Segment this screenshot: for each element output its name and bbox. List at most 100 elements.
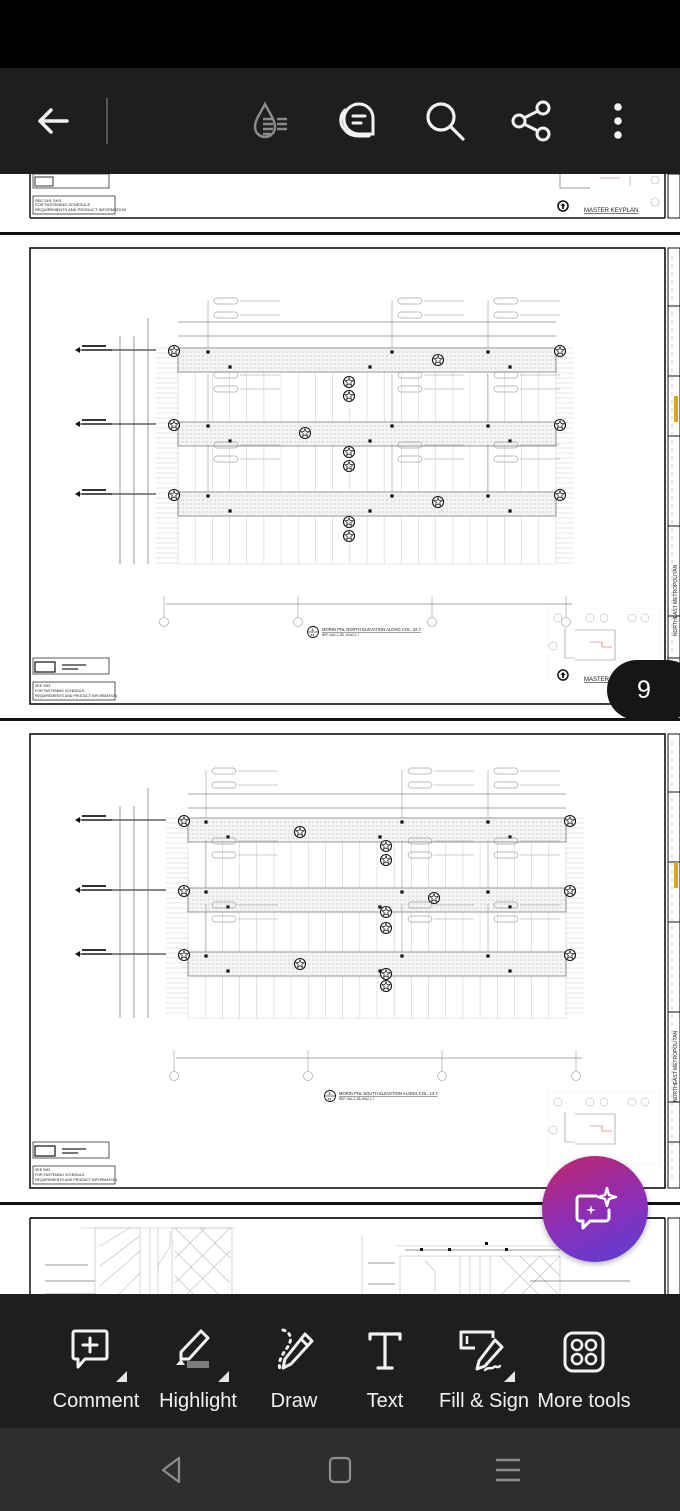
connection-point: [486, 494, 490, 498]
floor-level-marker: [75, 951, 80, 957]
connection-point: [368, 439, 372, 443]
comment-add-icon: [69, 1322, 127, 1382]
callout-tag: [493, 371, 519, 379]
callout-tag: [213, 455, 239, 463]
comments-button[interactable]: [328, 68, 384, 174]
legend-swatch: [34, 1145, 56, 1157]
logo-mark: [674, 862, 678, 888]
drawing-sheet-south: 5T4 MORIN PNL SOUTH ELEVATION ALONG COL. …: [29, 733, 680, 1189]
tool-comment[interactable]: Comment: [44, 1294, 148, 1428]
more-options-button[interactable]: [598, 68, 638, 174]
arrow-left-icon: [38, 108, 69, 134]
keyplan-highlight: [590, 1125, 612, 1132]
callout-tag: [407, 767, 433, 775]
keyplan-bubble: [640, 613, 650, 623]
keyplan-bubble: [627, 613, 637, 623]
drawing-text: REQUIREMENTS AND PRODUCT INFORMATION: [35, 1178, 117, 1182]
droplet-lines-icon: [253, 101, 287, 139]
drawing-text: REQUIREMENTS AND PRODUCT INFORMATION: [35, 694, 117, 698]
keyplan-label: MASTER KEYPLAN: [584, 208, 638, 214]
keyplan-bubble: [599, 613, 609, 623]
keyplan-bubble: [585, 1097, 595, 1107]
floor-level-marker: [75, 817, 80, 823]
pdf-page-south-elevation: 5 T4 MORIN PNL SOUTH ELEVATION ALONG COL. …: [0, 722, 680, 1202]
grid-apps-icon: [562, 1322, 606, 1382]
connection-point: [228, 509, 232, 513]
submenu-indicator: [218, 1371, 229, 1382]
connection-point: [378, 905, 382, 909]
connection-point: [486, 954, 490, 958]
keyplan-bubble: [548, 641, 558, 651]
tool-highlight[interactable]: Highlight: [152, 1294, 244, 1428]
share-button[interactable]: [504, 68, 558, 174]
floor-level-label: [82, 953, 112, 955]
nav-recents-button[interactable]: [486, 1428, 530, 1511]
nav-back-triangle-icon: [161, 1456, 181, 1483]
submenu-indicator: [116, 1371, 127, 1382]
gridline-bubble: [561, 617, 571, 627]
title-block-strip: [667, 733, 680, 1189]
drawing-sheet-previous: SEE SH1 SH3 FOR FASTENING SCHEDULE REQUI…: [29, 174, 680, 219]
submenu-indicator: [504, 1371, 515, 1382]
nav-back-button[interactable]: [150, 1428, 194, 1511]
keyplan-bubble: [627, 1097, 637, 1107]
connection-point: [204, 820, 208, 824]
tool-label: Comment: [52, 1390, 140, 1412]
callout-tag: [211, 767, 237, 775]
nav-home-button[interactable]: [318, 1428, 362, 1511]
ai-assistant-button[interactable]: [542, 1156, 648, 1262]
keyplan-bubble: [585, 613, 595, 623]
floor-level-marker: [75, 347, 80, 353]
gridline-bubble: [159, 617, 169, 627]
kebab-menu-icon: [614, 103, 622, 139]
page-number: 9: [637, 675, 651, 704]
panel-grid: [187, 818, 567, 1019]
connection-point: [206, 350, 210, 354]
connection-point: [204, 954, 208, 958]
connection-point: [400, 954, 404, 958]
document-viewer[interactable]: SEE SH1 SH3 FOR FASTENING SCHEDULE REQUI…: [0, 174, 680, 1294]
tool-draw[interactable]: Draw: [254, 1294, 334, 1428]
floor-level-label: [82, 885, 106, 887]
back-button[interactable]: [26, 68, 80, 174]
tool-label: Draw: [270, 1390, 318, 1412]
floor-level-label: [82, 493, 112, 495]
liquid-mode-button[interactable]: [244, 68, 298, 174]
callout-tag: [493, 455, 519, 463]
drawing-text: REF:1/A1-1-2B, 8/A2-1-7: [339, 1097, 375, 1101]
north-arrow-glyph: [560, 672, 566, 678]
tool-fill-and-sign[interactable]: Fill & Sign: [436, 1294, 532, 1428]
page-separator: [0, 232, 680, 235]
fill-sign-icon: [455, 1322, 515, 1382]
drawing-text: T4: [328, 1097, 332, 1101]
system-navigation-bar: [0, 1428, 680, 1511]
drawing-text: FOR FASTENING SCHEDULE: [35, 689, 85, 693]
drawing-text: SEE SH3: [35, 684, 50, 688]
drawing-text: FOR FASTENING SCHEDULE: [35, 1173, 85, 1177]
tool-more-tools[interactable]: More tools: [535, 1294, 633, 1428]
page-number-badge[interactable]: 9: [607, 660, 680, 720]
comment-bubbles-icon: [339, 102, 375, 138]
tool-label: Highlight: [159, 1390, 237, 1412]
connection-point: [486, 350, 490, 354]
tool-label: Text: [366, 1390, 404, 1412]
keyplan-bubble: [553, 1097, 563, 1107]
search-button[interactable]: [418, 68, 472, 174]
connection-point: [390, 350, 394, 354]
gridline-bubble: [437, 1071, 447, 1081]
note-line: REQUIREMENTS AND PRODUCT INFORMATION: [35, 207, 126, 212]
floor-level-label: [82, 889, 112, 891]
legend-text: [62, 1152, 78, 1154]
callout-tag: [213, 385, 239, 393]
connection-point: [400, 820, 404, 824]
connection-point: [486, 820, 490, 824]
tool-text[interactable]: Text: [345, 1294, 425, 1428]
top-app-bar: [0, 68, 680, 174]
callout-tag: [213, 297, 239, 305]
drawing-text: REF:1/A1-1-2B, 10/A2-1-7: [322, 633, 360, 637]
brick-hatch: [156, 347, 574, 564]
gridline-bubble: [169, 1071, 179, 1081]
connection-point: [508, 969, 512, 973]
callout-tag: [407, 781, 433, 789]
keyplan-outline: [564, 628, 616, 661]
